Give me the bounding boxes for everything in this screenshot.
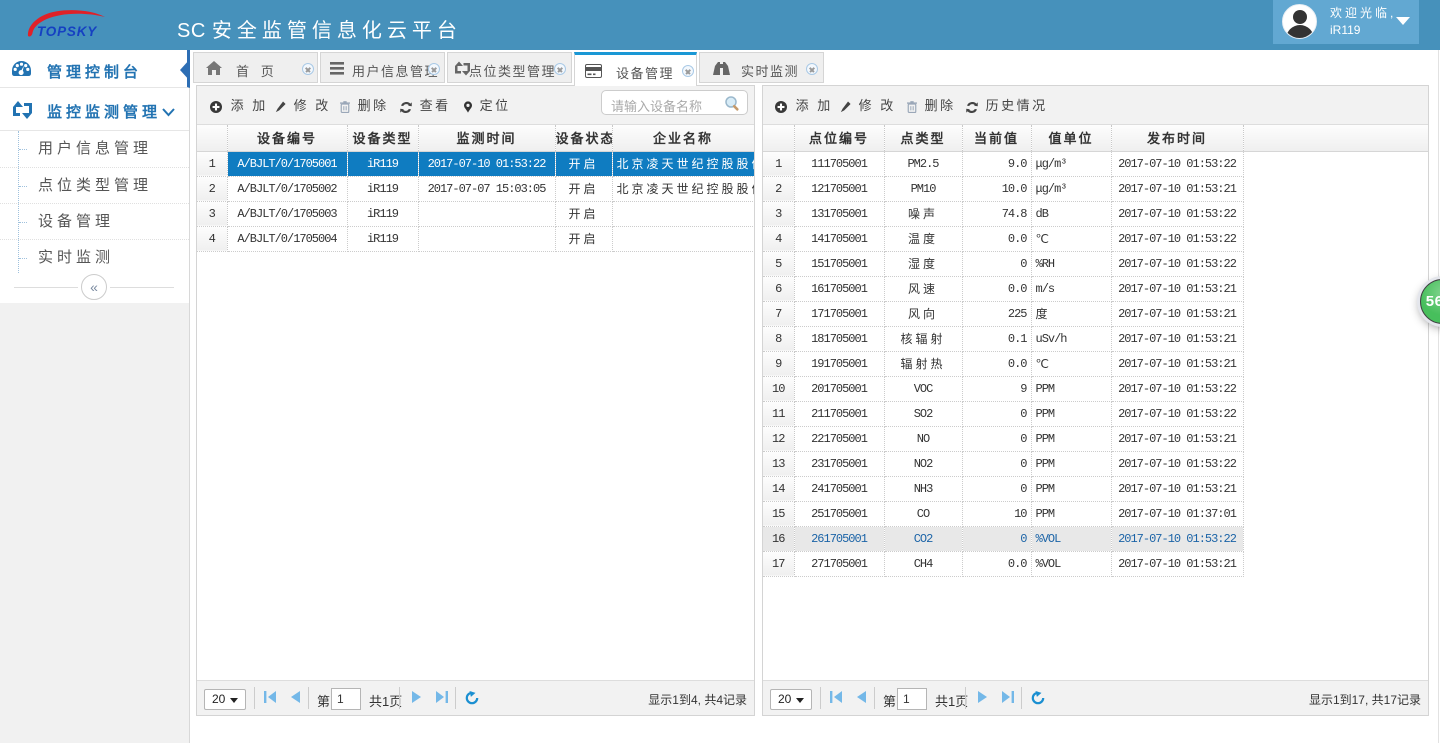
- svg-text:TOPSKY: TOPSKY: [37, 24, 98, 38]
